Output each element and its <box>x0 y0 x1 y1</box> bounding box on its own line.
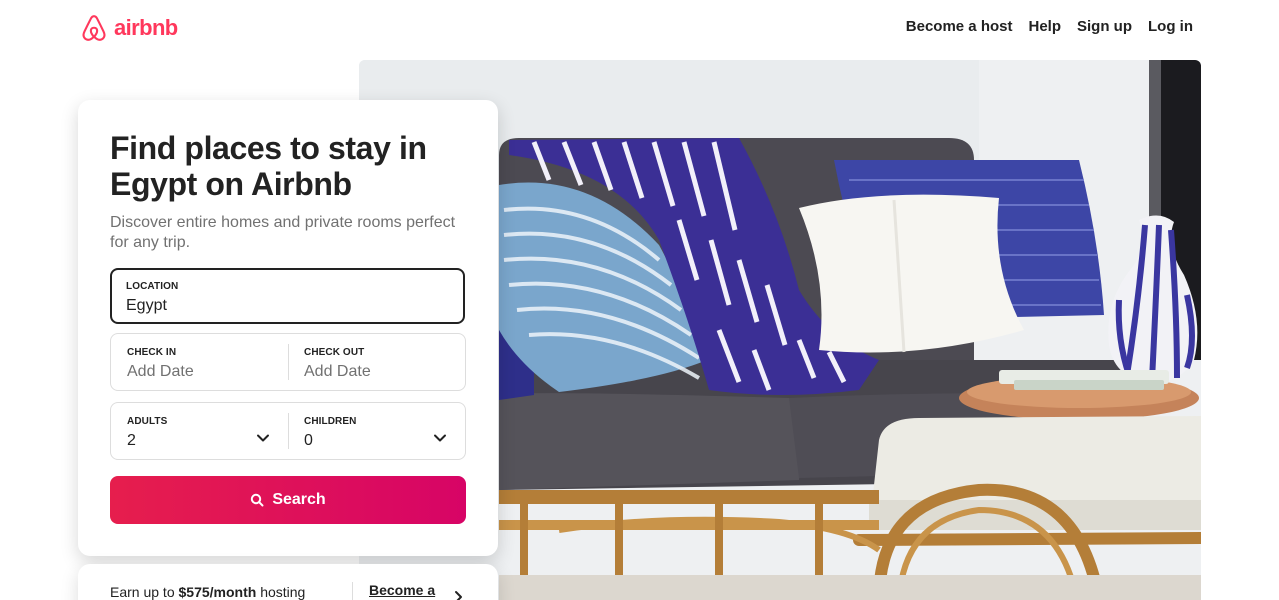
host-promo-amount: $575/month <box>178 584 257 600</box>
nav-log-in[interactable]: Log in <box>1148 17 1193 37</box>
become-host-link[interactable]: Become a <box>369 581 435 599</box>
adults-value: 2 <box>127 432 136 449</box>
location-field[interactable]: LOCATION Egypt <box>110 268 465 324</box>
host-promo-card: Earn up to $575/month hosting Become a <box>78 564 498 600</box>
date-fields: CHECK IN Add Date CHECK OUT Add Date <box>110 333 466 391</box>
page-title: Find places to stay in Egypt on Airbnb <box>110 130 427 202</box>
adults-label: ADULTS <box>127 416 168 427</box>
search-button[interactable]: Search <box>110 476 466 524</box>
top-nav: Become a host Help Sign up Log in <box>906 17 1193 37</box>
children-select[interactable]: CHILDREN 0 <box>288 403 465 459</box>
nav-help[interactable]: Help <box>1028 17 1061 37</box>
airbnb-logo[interactable]: airbnb <box>80 13 178 43</box>
chevron-down-icon <box>433 431 447 445</box>
search-card: Find places to stay in Egypt on Airbnb D… <box>78 100 498 556</box>
check-out-label: CHECK OUT <box>304 347 365 358</box>
check-out-input[interactable]: Add Date <box>304 362 449 382</box>
check-in-field[interactable]: CHECK IN Add Date <box>111 334 288 390</box>
airbnb-belo-icon <box>82 15 106 41</box>
nav-become-host[interactable]: Become a host <box>906 17 1013 37</box>
chevron-right-icon[interactable] <box>454 590 464 600</box>
guest-fields: ADULTS 2 CHILDREN 0 <box>110 402 466 460</box>
divider <box>352 582 353 600</box>
check-in-input[interactable]: Add Date <box>127 362 272 382</box>
nav-sign-up[interactable]: Sign up <box>1077 17 1132 37</box>
chevron-down-icon <box>256 431 270 445</box>
children-value: 0 <box>304 432 313 449</box>
search-button-label: Search <box>272 491 326 508</box>
adults-select[interactable]: ADULTS 2 <box>111 403 288 459</box>
search-icon <box>251 493 264 507</box>
logo-text: airbnb <box>114 15 178 40</box>
location-label: LOCATION <box>126 281 179 292</box>
location-input[interactable]: Egypt <box>126 296 449 316</box>
check-in-label: CHECK IN <box>127 347 177 358</box>
children-label: CHILDREN <box>304 416 357 427</box>
check-out-field[interactable]: CHECK OUT Add Date <box>288 334 465 390</box>
page-subtitle: Discover entire homes and private rooms … <box>110 214 456 251</box>
